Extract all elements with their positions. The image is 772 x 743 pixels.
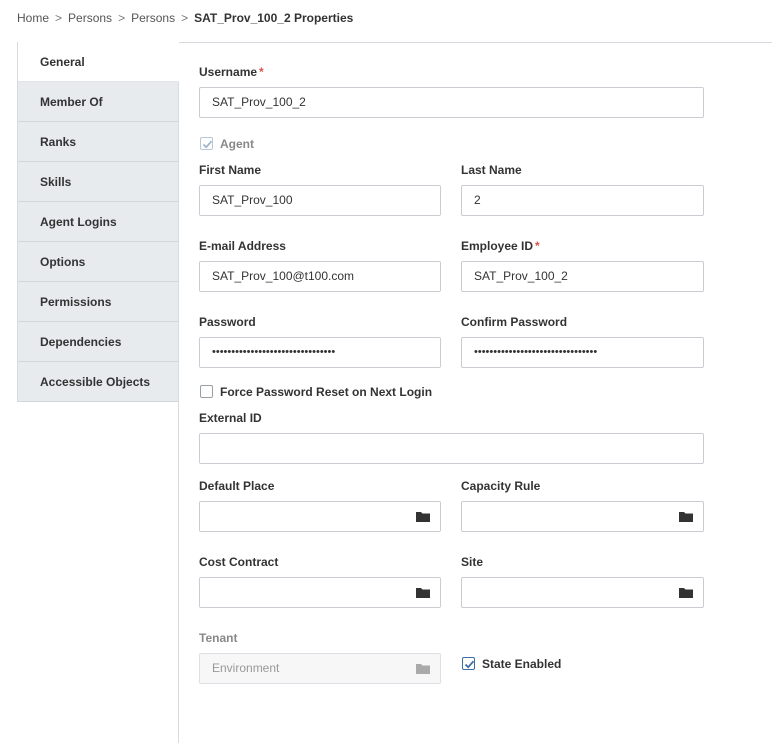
sidebar-item-dependencies[interactable]: Dependencies — [18, 322, 179, 362]
external-id-input[interactable] — [199, 433, 704, 464]
confirm-password-label: Confirm Password — [461, 315, 568, 329]
agent-label: Agent — [220, 137, 254, 151]
capacity-rule-input[interactable] — [461, 501, 704, 532]
breadcrumb-home[interactable]: Home — [17, 11, 49, 25]
confirm-password-input[interactable]: •••••••••••••••••••••••••••••••• — [461, 337, 704, 368]
employee-id-label: Employee ID * — [461, 239, 540, 253]
checkmark-icon — [464, 660, 475, 669]
sidebar-divider — [178, 82, 179, 743]
tenant-input: Environment — [199, 653, 441, 684]
sidebar-item-options[interactable]: Options — [18, 242, 179, 282]
folder-icon[interactable] — [416, 511, 430, 522]
last-name-label: Last Name — [461, 163, 522, 177]
required-marker: * — [535, 239, 540, 253]
force-reset-checkbox[interactable] — [200, 385, 213, 398]
sidebar-item-label: Ranks — [40, 135, 77, 149]
site-label: Site — [461, 555, 484, 569]
folder-icon[interactable] — [679, 587, 693, 598]
folder-icon[interactable] — [679, 511, 693, 522]
external-id-label: External ID — [199, 411, 262, 425]
sidebar-item-ranks[interactable]: Ranks — [18, 122, 179, 162]
force-reset-label: Force Password Reset on Next Login — [220, 385, 433, 399]
sidebar-item-general[interactable]: General — [18, 42, 179, 82]
state-enabled-label: State Enabled — [482, 657, 562, 671]
sidebar-item-permissions[interactable]: Permissions — [18, 282, 179, 322]
cost-contract-input[interactable] — [199, 577, 441, 608]
default-place-input[interactable] — [199, 501, 441, 532]
sidebar-item-agent-logins[interactable]: Agent Logins — [18, 202, 179, 242]
folder-icon[interactable] — [416, 587, 430, 598]
breadcrumb-separator: > — [181, 11, 189, 25]
breadcrumb-separator: > — [118, 11, 126, 25]
first-name-input[interactable]: SAT_Prov_100 — [199, 185, 441, 216]
last-name-input[interactable]: 2 — [461, 185, 704, 216]
default-place-label: Default Place — [199, 479, 275, 493]
email-input[interactable]: SAT_Prov_100@t100.com — [199, 261, 441, 292]
site-input[interactable] — [461, 577, 704, 608]
sidebar-item-skills[interactable]: Skills — [18, 162, 179, 202]
employee-id-input[interactable]: SAT_Prov_100_2 — [461, 261, 704, 292]
sidebar-item-label: Options — [40, 255, 86, 269]
password-label: Password — [199, 315, 256, 329]
email-label: E-mail Address — [199, 239, 286, 253]
breadcrumb-separator: > — [55, 11, 63, 25]
cost-contract-label: Cost Contract — [199, 555, 279, 569]
breadcrumb-current: SAT_Prov_100_2 Properties — [194, 11, 354, 25]
sidebar-item-label: Member Of — [40, 95, 103, 109]
sidebar-nav: General Member Of Ranks Skills Agent Log… — [17, 42, 179, 402]
capacity-rule-label: Capacity Rule — [461, 479, 541, 493]
sidebar-item-label: General — [40, 55, 85, 69]
sidebar-item-label: Agent Logins — [40, 215, 117, 229]
breadcrumb-persons[interactable]: Persons — [68, 11, 112, 25]
breadcrumb-persons-folder[interactable]: Persons — [131, 11, 175, 25]
password-input[interactable]: •••••••••••••••••••••••••••••••• — [199, 337, 441, 368]
sidebar-item-label: Skills — [40, 175, 72, 189]
breadcrumb: Home > Persons > Persons > SAT_Prov_100_2 Prop… — [17, 11, 353, 25]
sidebar-item-accessible-objects[interactable]: Accessible Objects — [18, 362, 179, 402]
state-enabled-checkbox[interactable] — [462, 657, 475, 670]
first-name-label: First Name — [199, 163, 262, 177]
sidebar-item-member-of[interactable]: Member Of — [18, 82, 179, 122]
checkmark-icon — [202, 140, 213, 149]
required-marker: * — [259, 65, 264, 79]
agent-checkbox[interactable] — [200, 137, 213, 150]
sidebar-item-label: Permissions — [40, 295, 112, 309]
sidebar-item-label: Accessible Objects — [40, 375, 151, 389]
username-input[interactable]: SAT_Prov_100_2 — [199, 87, 704, 118]
username-label: Username * — [199, 65, 264, 79]
folder-icon — [416, 664, 430, 674]
tenant-label: Tenant — [199, 631, 238, 645]
sidebar-item-label: Dependencies — [40, 335, 122, 349]
